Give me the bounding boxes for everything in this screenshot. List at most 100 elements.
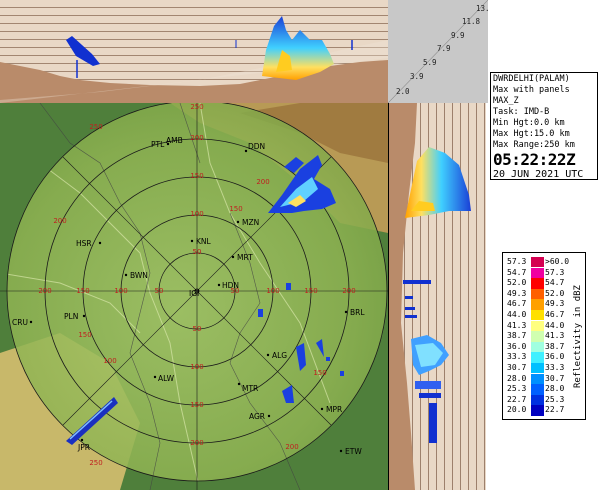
legend-low-value: 36.0 <box>507 341 527 351</box>
legend-color-swatch <box>531 405 544 416</box>
city-label-alw[interactable]: ALW <box>158 374 175 383</box>
legend-color-swatch <box>531 341 544 353</box>
legend-low-value: 33.3 <box>507 352 527 362</box>
range-label: 150 <box>313 369 326 377</box>
product-code: MAX_Z <box>493 96 519 106</box>
range-label: 200 <box>53 217 66 225</box>
legend-low-value: 52.0 <box>507 278 527 288</box>
range-label: 200 <box>38 287 51 295</box>
legend-title: Reflectivity in dBZ <box>573 285 583 389</box>
range-label: 200 <box>285 443 298 451</box>
range-label: 50 <box>193 248 202 256</box>
legend-high-value: 33.3 <box>545 363 565 372</box>
range-label: 200 <box>190 439 203 447</box>
legend-low-value: 46.7 <box>507 299 527 309</box>
legend-row: 54.7 57.3 <box>503 267 565 278</box>
city-label-brl[interactable]: BRL <box>350 308 365 317</box>
legend-high-value: 57.3 <box>545 267 565 277</box>
range-label: 150 <box>304 287 317 295</box>
radar-map[interactable]: 50 100 150 200 250 50 100 150 200 50 100… <box>0 103 388 490</box>
city-label-ddn[interactable]: DDN <box>248 142 265 151</box>
city-label-igi[interactable]: IGI <box>189 289 199 298</box>
city-label-hsr[interactable]: HSR <box>76 239 92 248</box>
city-label-alg[interactable]: ALG <box>272 351 287 360</box>
range-label: 100 <box>190 363 203 371</box>
city-label-jpr[interactable]: JPR <box>77 443 90 452</box>
height-label: 5.9 <box>423 58 437 67</box>
legend-color-swatch <box>531 394 544 406</box>
range-label: 250 <box>190 103 203 111</box>
right-cross-section-panel <box>388 103 486 490</box>
height-label: 3.9 <box>410 72 424 81</box>
legend-row: 30.7 33.3 <box>503 363 565 374</box>
legend-color-swatch <box>531 288 544 300</box>
legend-row: 44.0 46.7 <box>503 310 565 321</box>
legend-color-swatch <box>531 267 544 278</box>
legend-high-value: 22.7 <box>545 405 565 415</box>
legend-low-value: 38.7 <box>507 331 527 341</box>
city-label-mrt[interactable]: MRT <box>237 253 253 262</box>
legend-high-value: 38.7 <box>545 341 565 351</box>
legend-low-value: 57.3 <box>507 257 527 266</box>
city-label-pln[interactable]: PLN <box>64 312 78 321</box>
legend-high-value: 25.3 <box>545 394 565 404</box>
range-label: 50 <box>155 287 164 295</box>
city-label-mpr[interactable]: MPR <box>326 405 342 414</box>
city-label-ptl[interactable]: PTL <box>151 140 165 149</box>
range-label: 150 <box>190 401 203 409</box>
city-label-knl[interactable]: KNL <box>196 237 212 246</box>
legend-low-value: 22.7 <box>507 394 527 404</box>
city-label-cru[interactable]: CRU <box>12 318 28 327</box>
legend-high-value: 46.7 <box>545 310 565 319</box>
legend-row: 38.7 41.3 <box>503 331 564 342</box>
city-label-amb[interactable]: AMB <box>166 136 183 145</box>
legend-high-value: >60.0 <box>545 257 570 266</box>
height-label: 13.8 <box>476 4 488 13</box>
legend-color-swatch <box>531 331 544 342</box>
radar-info-box: DWRDELHI(PALAM) Max with panels MAX_Z Ta… <box>490 72 598 180</box>
range-label: 100 <box>114 287 127 295</box>
legend-color-swatch <box>531 363 544 374</box>
legend-high-value: 36.0 <box>545 352 565 362</box>
range-label: 200 <box>256 178 269 186</box>
range-label: 150 <box>229 205 242 213</box>
city-label-etw[interactable]: ETW <box>345 447 362 456</box>
legend-low-value: 25.3 <box>507 384 527 394</box>
top-panel-graphic <box>0 0 388 103</box>
range-label: 200 <box>342 287 355 295</box>
range-label: 150 <box>190 172 203 180</box>
legend-row: 49.3 52.0 <box>503 288 564 300</box>
city-label-bwn[interactable]: BWN <box>130 271 148 280</box>
range-label: 250 <box>89 459 102 467</box>
legend-row: 52.0 54.7 <box>503 278 564 289</box>
legend-color-swatch <box>531 299 544 310</box>
legend-high-value: 28.0 <box>545 384 565 394</box>
city-label-agr[interactable]: AGR <box>249 412 265 421</box>
city-label-hdn[interactable]: HDN <box>222 281 239 290</box>
height-label: 2.0 <box>396 87 410 96</box>
height-label: 11.8 <box>462 17 481 26</box>
min-height: Min Hgt:0.0 km <box>493 118 565 128</box>
product-name: Max with panels <box>493 85 570 95</box>
legend-row: 20.0 22.7 <box>503 405 565 416</box>
legend-high-value: 49.3 <box>545 299 565 309</box>
radar-map-graphic: 50 100 150 200 250 50 100 150 200 50 100… <box>0 103 388 490</box>
legend-low-value: 30.7 <box>507 363 527 372</box>
legend-row: 46.7 49.3 <box>503 299 565 310</box>
height-scale-corner: 13.8 11.8 9.9 7.9 5.9 3.9 2.0 <box>388 0 488 103</box>
legend-low-value: 44.0 <box>507 310 527 319</box>
legend-high-value: 44.0 <box>545 320 565 330</box>
city-label-mzn[interactable]: MZN <box>242 218 259 227</box>
range-label: 200 <box>190 134 203 142</box>
legend-row: 57.3 >60.0 <box>503 257 569 268</box>
task-name: Task: IMD-B <box>493 107 550 117</box>
max-height: Max Hgt:15.0 km <box>493 129 570 139</box>
legend-color-swatch <box>531 257 544 268</box>
city-label-mtr[interactable]: MTR <box>242 384 258 393</box>
legend-low-value: 54.7 <box>507 267 527 277</box>
scan-date: 20 JUN 2021 UTC <box>493 169 584 180</box>
legend-high-value: 30.7 <box>545 373 565 383</box>
range-label: 100 <box>190 210 203 218</box>
range-label: 150 <box>78 331 91 339</box>
legend-row: 36.0 38.7 <box>503 341 565 353</box>
